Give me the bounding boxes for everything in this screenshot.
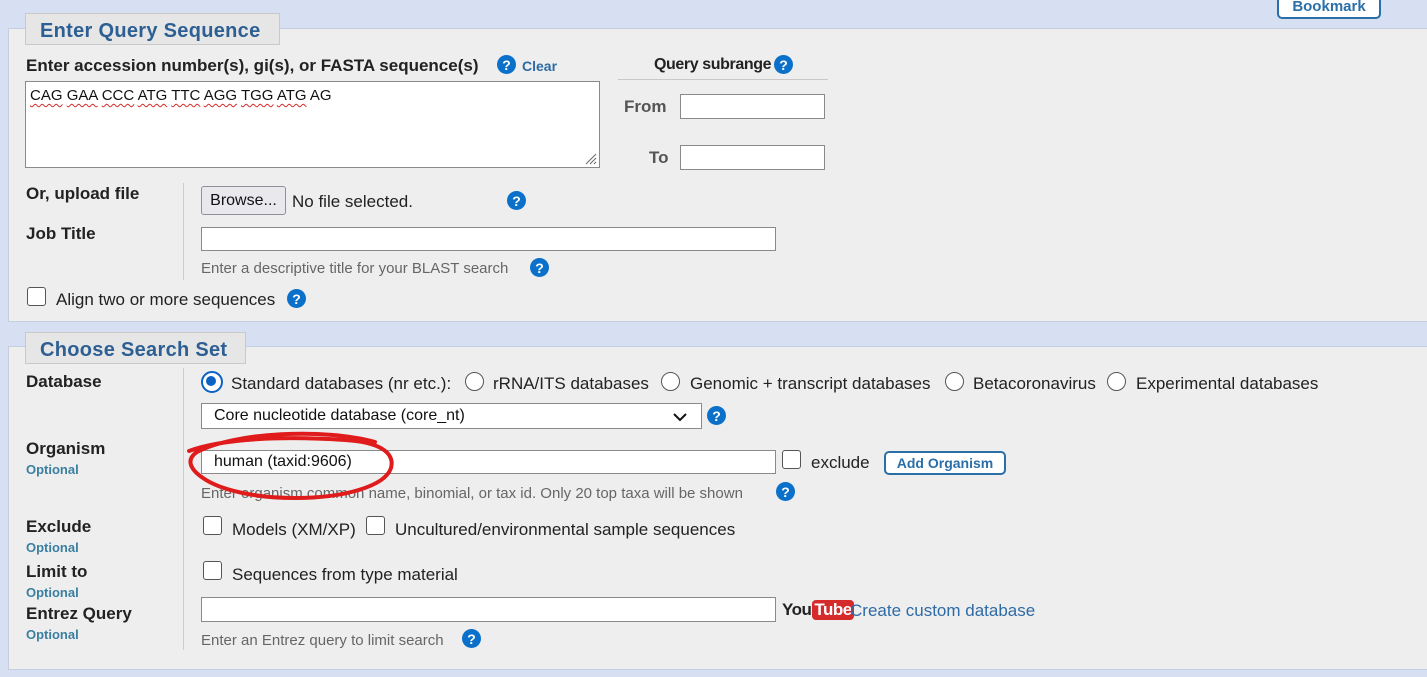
organism-exclude-label: exclude xyxy=(811,453,870,472)
search-set-legend: Choose Search Set xyxy=(25,332,246,364)
entrez-help-icon[interactable]: ? xyxy=(462,629,481,648)
sequence-label: Enter accession number(s), gi(s), or FAS… xyxy=(26,56,479,75)
organism-help-icon[interactable]: ? xyxy=(776,482,795,501)
type-material-checkbox[interactable] xyxy=(203,561,222,580)
radio-rrna-its[interactable] xyxy=(465,372,484,391)
red-annotation-circle xyxy=(187,431,394,500)
upload-help-icon[interactable]: ? xyxy=(507,191,526,210)
database-select[interactable]: Core nucleotide database (core_nt) xyxy=(201,403,702,429)
subrange-title: Query subrange xyxy=(654,56,772,73)
database-select-value: Core nucleotide database (core_nt) xyxy=(214,407,465,424)
organism-label: Organism xyxy=(26,439,106,458)
youtube-logo-tube: Tube xyxy=(812,600,854,620)
align-checkbox[interactable] xyxy=(27,287,46,306)
exclude-optional-label: Optional xyxy=(26,540,79,555)
radio-genomic-transcript[interactable] xyxy=(661,372,680,391)
entrez-hint: Enter an Entrez query to limit search xyxy=(201,632,444,649)
radio-betacoronavirus[interactable] xyxy=(945,372,964,391)
align-label: Align two or more sequences xyxy=(56,290,276,309)
exclude-label: Exclude xyxy=(26,517,92,536)
create-custom-database-link[interactable]: Create custom database xyxy=(850,601,1035,621)
seq-word: GAA xyxy=(66,87,98,104)
to-input[interactable] xyxy=(680,145,825,170)
from-label: From xyxy=(624,97,667,116)
limit-label: Limit to xyxy=(26,562,88,581)
job-title-label: Job Title xyxy=(26,224,96,243)
radio-genomic-transcript-label: Genomic + transcript databases xyxy=(690,374,931,393)
type-material-label: Sequences from type material xyxy=(232,565,458,584)
label-divider xyxy=(183,368,184,650)
subrange-divider xyxy=(618,79,828,80)
subrange-help-icon[interactable]: ? xyxy=(774,55,793,74)
radio-standard-db-label: Standard databases (nr etc.): xyxy=(231,374,452,393)
seq-word: AG xyxy=(309,87,332,104)
radio-betacoronavirus-label: Betacoronavirus xyxy=(973,374,1096,393)
add-organism-button[interactable]: Add Organism xyxy=(884,451,1006,475)
entrez-input[interactable] xyxy=(201,597,776,622)
query-legend: Enter Query Sequence xyxy=(25,13,280,45)
radio-experimental-label: Experimental databases xyxy=(1136,374,1319,393)
radio-experimental[interactable] xyxy=(1107,372,1126,391)
upload-label: Or, upload file xyxy=(26,184,140,203)
align-help-icon[interactable]: ? xyxy=(287,289,306,308)
label-divider xyxy=(183,183,184,280)
seq-word: ATG xyxy=(137,87,168,104)
job-title-hint: Enter a descriptive title for your BLAST… xyxy=(201,260,509,277)
seq-word: CAG xyxy=(30,87,63,104)
database-label: Database xyxy=(26,372,102,391)
radio-standard-db[interactable] xyxy=(201,371,223,393)
radio-rrna-its-label: rRNA/ITS databases xyxy=(493,374,649,393)
job-title-help-icon[interactable]: ? xyxy=(530,258,549,277)
youtube-logo-you: You xyxy=(782,600,812,619)
seq-word: CCC xyxy=(101,87,135,104)
organism-exclude-checkbox[interactable] xyxy=(782,450,801,469)
database-help-icon[interactable]: ? xyxy=(707,406,726,425)
exclude-models-label: Models (XM/XP) xyxy=(232,520,356,539)
exclude-uncultured-checkbox[interactable] xyxy=(366,516,385,535)
sequence-help-icon[interactable]: ? xyxy=(497,55,516,74)
exclude-uncultured-label: Uncultured/environmental sample sequence… xyxy=(395,520,736,539)
exclude-models-checkbox[interactable] xyxy=(203,516,222,535)
bookmark-button[interactable]: Bookmark xyxy=(1277,0,1381,19)
limit-optional-label: Optional xyxy=(26,585,79,600)
seq-word: ATG xyxy=(276,87,307,104)
seq-word: AGG xyxy=(203,87,238,104)
youtube-logo[interactable]: You Tube xyxy=(782,599,854,621)
sequence-textarea[interactable]: CAG GAA CCC ATG TTC AGG TGG ATG AG xyxy=(25,81,600,168)
clear-link[interactable]: Clear xyxy=(522,58,557,74)
from-input[interactable] xyxy=(680,94,825,119)
to-label: To xyxy=(649,148,669,167)
chevron-down-icon xyxy=(673,413,687,422)
entrez-optional-label: Optional xyxy=(26,627,79,642)
entrez-label: Entrez Query xyxy=(26,604,132,623)
organism-optional-label: Optional xyxy=(26,462,79,477)
no-file-text: No file selected. xyxy=(292,192,413,211)
resize-grip-icon[interactable] xyxy=(583,151,597,165)
seq-word: TGG xyxy=(240,87,274,104)
job-title-input[interactable] xyxy=(201,227,776,251)
seq-word: TTC xyxy=(171,87,201,104)
browse-button[interactable]: Browse... xyxy=(201,186,286,215)
